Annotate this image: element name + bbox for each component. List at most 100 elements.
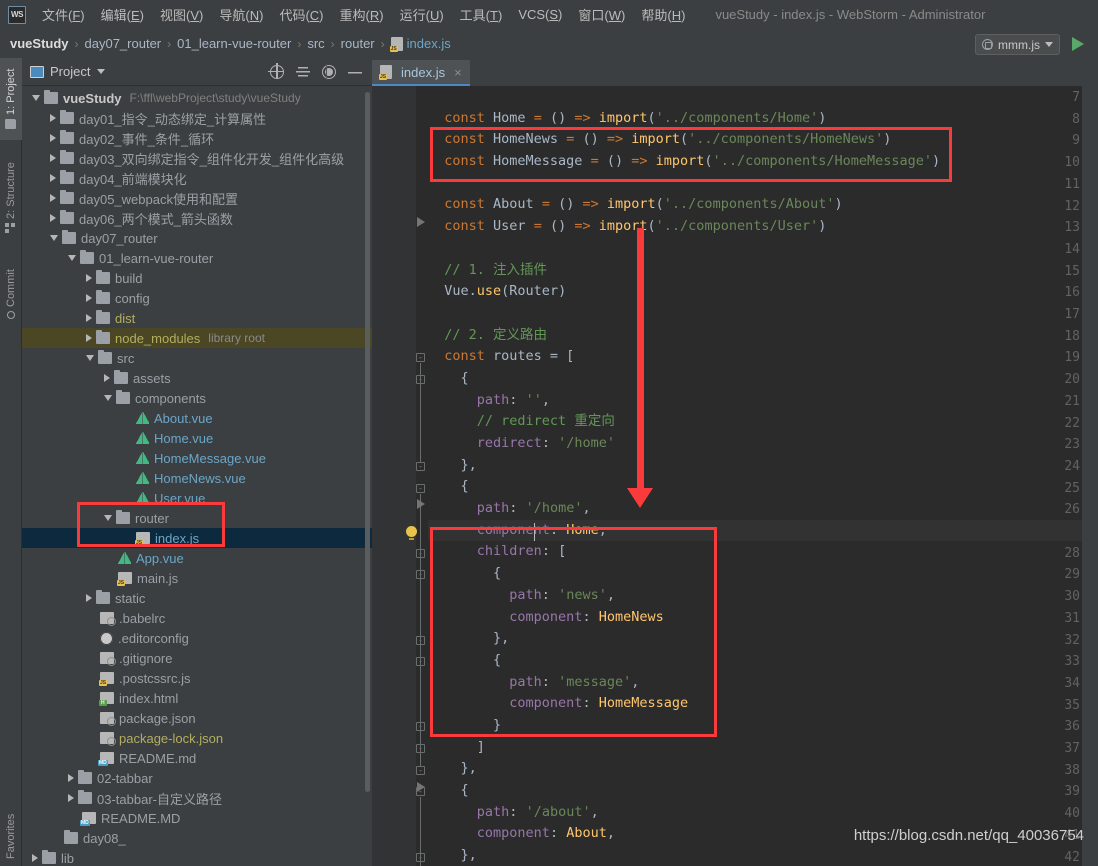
tree-row[interactable]: day08_ — [22, 828, 372, 848]
chevron-right-icon[interactable] — [50, 154, 56, 162]
menu-item-5[interactable]: 重构(R) — [332, 2, 392, 27]
code-line[interactable]: const Home = () => import('../components… — [428, 108, 1082, 130]
code-line[interactable]: children: [ — [428, 541, 1082, 563]
tree-row[interactable]: config — [22, 288, 372, 308]
chevron-right-icon[interactable] — [50, 174, 56, 182]
breadcrumb[interactable]: vueStudy › day07_router › 01_learn-vue-route… — [10, 36, 451, 52]
chevron-right-icon[interactable] — [86, 314, 92, 322]
code-line[interactable]: redirect: '/home' — [428, 433, 1082, 455]
project-tree[interactable]: vueStudy F:\ffl\webProject\study\vueStudy… — [22, 86, 372, 866]
code-line[interactable] — [428, 86, 1082, 108]
chevron-right-icon[interactable] — [68, 774, 74, 782]
chevron-down-icon[interactable] — [104, 515, 112, 521]
code-line[interactable]: { — [428, 476, 1082, 498]
tree-row[interactable]: 01_learn-vue-router — [22, 248, 372, 268]
chevron-down-icon[interactable] — [50, 235, 58, 241]
code-line[interactable]: const HomeNews = () => import('../compon… — [428, 129, 1082, 151]
code-fold-icon[interactable] — [416, 483, 425, 493]
code-line[interactable]: }, — [428, 455, 1082, 477]
menu-item-8[interactable]: VCS(S) — [510, 4, 570, 25]
chevron-right-icon[interactable] — [86, 594, 92, 602]
run-gutter-marker-icon[interactable] — [417, 217, 425, 227]
code-line[interactable]: }, — [428, 628, 1082, 650]
chevron-right-icon[interactable] — [50, 114, 56, 122]
tree-row[interactable]: HomeMessage.vue — [22, 448, 372, 468]
tree-row[interactable]: Home.vue — [22, 428, 372, 448]
chevron-down-icon[interactable] — [32, 95, 40, 101]
chevron-right-icon[interactable] — [86, 274, 92, 282]
code-line[interactable]: }, — [428, 845, 1082, 866]
tree-row[interactable]: day03_双向绑定指令_组件化开发_组件化高级 — [22, 148, 372, 168]
tree-row[interactable]: README.md — [22, 748, 372, 768]
tree-row[interactable]: index.html — [22, 688, 372, 708]
tree-row[interactable]: HomeNews.vue — [22, 468, 372, 488]
tree-row[interactable]: lib — [22, 848, 372, 866]
code-line[interactable]: const HomeMessage = () => import('../com… — [428, 151, 1082, 173]
code-line[interactable]: path: '', — [428, 390, 1082, 412]
code-line[interactable]: component: HomeNews — [428, 607, 1082, 629]
run-play-icon[interactable] — [1072, 37, 1084, 51]
code-line[interactable]: component: Home, — [428, 519, 1082, 542]
code-line[interactable]: component: HomeMessage — [428, 693, 1082, 715]
code-line[interactable]: Vue.use(Router) — [428, 281, 1082, 303]
chevron-down-icon[interactable] — [68, 255, 76, 261]
menu-item-10[interactable]: 帮助(H) — [633, 2, 693, 27]
code-line[interactable]: const About = () => import('../component… — [428, 194, 1082, 216]
breadcrumb-item-5[interactable]: index.js — [407, 36, 451, 51]
tree-row[interactable]: .babelrc — [22, 608, 372, 628]
code-line[interactable]: // 1. 注入插件 — [428, 260, 1082, 282]
tree-row[interactable]: vueStudy F:\ffl\webProject\study\vueStudy — [22, 88, 372, 108]
tree-row[interactable]: dist — [22, 308, 372, 328]
breadcrumb-item-3[interactable]: src — [307, 36, 324, 51]
project-tree-scrollbar[interactable] — [365, 92, 370, 792]
tree-row[interactable]: build — [22, 268, 372, 288]
code-line[interactable]: path: '/about', — [428, 802, 1082, 824]
menu-item-2[interactable]: 视图(V) — [152, 2, 211, 27]
tree-row[interactable]: index.js — [22, 528, 372, 548]
run-configuration-selector[interactable]: mmm.js — [975, 34, 1060, 55]
code-line[interactable]: const User = () => import('../components… — [428, 216, 1082, 238]
breadcrumb-item-4[interactable]: router — [341, 36, 375, 51]
code-line[interactable]: path: 'news', — [428, 585, 1082, 607]
code-line[interactable]: } — [428, 715, 1082, 737]
code-line[interactable]: path: '/home', — [428, 498, 1082, 520]
close-icon[interactable]: × — [454, 65, 462, 80]
tree-row[interactable]: User.vue — [22, 488, 372, 508]
code-line[interactable]: ] — [428, 737, 1082, 759]
breadcrumb-item-0[interactable]: vueStudy — [10, 36, 69, 51]
code-line[interactable]: // 2. 定义路由 — [428, 325, 1082, 347]
chevron-down-icon[interactable] — [97, 69, 106, 74]
tree-row[interactable]: .postcssrc.js — [22, 668, 372, 688]
code-line[interactable]: path: 'message', — [428, 672, 1082, 694]
code-line[interactable] — [428, 173, 1082, 195]
code-fold-icon[interactable] — [416, 461, 425, 471]
tree-row[interactable]: day05_webpack使用和配置 — [22, 188, 372, 208]
sidebar-item-structure[interactable]: 2: Structure — [0, 150, 22, 246]
menu-item-9[interactable]: 窗口(W) — [570, 2, 633, 27]
tree-row[interactable]: main.js — [22, 568, 372, 588]
tree-row[interactable]: day01_指令_动态绑定_计算属性 — [22, 108, 372, 128]
tree-row[interactable]: components — [22, 388, 372, 408]
menu-item-3[interactable]: 导航(N) — [211, 2, 271, 27]
code-line[interactable] — [428, 303, 1082, 325]
editor-scrollbar[interactable] — [1082, 86, 1098, 866]
code-line[interactable] — [428, 238, 1082, 260]
breadcrumb-item-1[interactable]: day07_router — [85, 36, 162, 51]
chevron-right-icon[interactable] — [32, 854, 38, 862]
code-content[interactable]: const Home = () => import('../components… — [406, 86, 1082, 866]
run-gutter-marker-icon[interactable] — [417, 782, 425, 792]
tree-row[interactable]: 02-tabbar — [22, 768, 372, 788]
code-line[interactable]: }, — [428, 758, 1082, 780]
chevron-right-icon[interactable] — [86, 334, 92, 342]
code-line[interactable]: const routes = [ — [428, 346, 1082, 368]
tree-row[interactable]: node_modules library root — [22, 328, 372, 348]
collapse-all-icon[interactable] — [296, 64, 310, 79]
menu-item-0[interactable]: 文件(F) — [34, 2, 93, 27]
menu-item-4[interactable]: 代码(C) — [271, 2, 331, 27]
select-opened-file-icon[interactable] — [268, 62, 284, 79]
chevron-right-icon[interactable] — [50, 194, 56, 202]
tree-row[interactable]: .editorconfig — [22, 628, 372, 648]
tree-row[interactable]: 03-tabbar-自定义路径 — [22, 788, 372, 808]
tree-row[interactable]: package-lock.json — [22, 728, 372, 748]
menu-item-7[interactable]: 工具(T) — [452, 2, 511, 27]
